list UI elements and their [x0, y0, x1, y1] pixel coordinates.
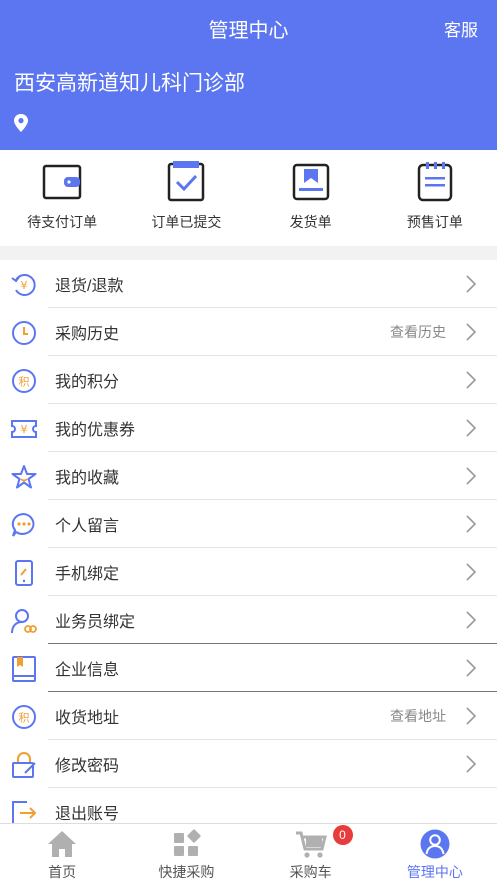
svg-text:积: 积 — [19, 712, 30, 725]
coupon-icon: ¥ — [11, 420, 37, 438]
menu-label: 我的优惠券 — [55, 422, 136, 439]
chevron-right-icon — [466, 419, 477, 437]
tab-quick-purchase[interactable]: 快捷采购 — [124, 824, 248, 883]
menu-label: 我的收藏 — [55, 470, 120, 487]
menu-item-purchase-history[interactable]: 采购历史 查看历史 — [0, 308, 497, 356]
svg-text:¥: ¥ — [21, 423, 28, 436]
tab-management-center[interactable]: 管理中心 — [373, 824, 497, 883]
menu-item-messages[interactable]: 个人留言 — [0, 500, 497, 548]
cart-icon — [295, 831, 327, 858]
view-history-link[interactable]: 查看历史 — [390, 322, 446, 342]
order-shipment[interactable]: 发货单 — [249, 150, 373, 246]
tab-label: 首页 — [48, 864, 77, 880]
tab-home[interactable]: 首页 — [0, 824, 124, 883]
tab-label: 采购车 — [289, 864, 332, 880]
menu-item-salesperson-binding[interactable]: 业务员绑定 — [0, 596, 497, 644]
menu-label: 修改密码 — [55, 758, 120, 775]
order-pending-payment[interactable]: 待支付订单 — [0, 150, 124, 246]
header: 管理中心 客服 西安高新道知儿科门诊部 — [0, 0, 497, 150]
tab-label: 快捷采购 — [158, 864, 215, 880]
location-pin-icon[interactable] — [12, 113, 30, 133]
clinic-name: 西安高新道知儿科门诊部 — [14, 72, 245, 95]
chevron-right-icon — [466, 755, 477, 773]
book-icon — [12, 656, 36, 682]
menu-list: ¥ 退货/退款 采购历史 查看历史 积 我的积分 ¥ 我的优惠券 我的收藏 个人… — [0, 260, 497, 836]
message-icon — [11, 512, 35, 537]
chevron-right-icon — [466, 611, 477, 629]
menu-item-shipping-address[interactable]: 积 收货地址 查看地址 — [0, 692, 497, 740]
salesperson-icon — [11, 609, 37, 634]
menu-label: 业务员绑定 — [55, 614, 136, 631]
menu-item-favorites[interactable]: 我的收藏 — [0, 452, 497, 500]
chevron-right-icon — [466, 275, 477, 293]
checklist-icon — [168, 161, 205, 202]
order-label: 预售订单 — [406, 214, 463, 230]
order-label: 发货单 — [289, 214, 332, 230]
menu-item-phone-binding[interactable]: 手机绑定 — [0, 548, 497, 596]
phone-link-icon — [15, 560, 33, 586]
page-title: 管理中心 — [208, 20, 289, 42]
chevron-right-icon — [466, 467, 477, 485]
cart-count-badge: 0 — [332, 825, 353, 845]
order-shortcuts: 待支付订单 订单已提交 发货单 预售订单 — [0, 150, 497, 246]
menu-item-coupons[interactable]: ¥ 我的优惠券 — [0, 404, 497, 452]
chevron-right-icon — [466, 563, 477, 581]
view-address-link[interactable]: 查看地址 — [390, 706, 446, 726]
bottom-tab-bar: 首页 快捷采购 采购车 0 管理中心 — [0, 823, 497, 883]
menu-label: 采购历史 — [55, 326, 120, 343]
order-label: 订单已提交 — [151, 214, 222, 230]
menu-label: 企业信息 — [55, 662, 120, 679]
points-icon: 积 — [12, 705, 36, 729]
chevron-right-icon — [466, 707, 477, 725]
menu-label: 我的积分 — [55, 374, 120, 391]
menu-item-points[interactable]: 积 我的积分 — [0, 356, 497, 404]
grid-icon — [174, 829, 202, 856]
clock-icon — [12, 321, 36, 345]
chevron-right-icon — [466, 659, 477, 677]
menu-label: 退出账号 — [55, 806, 120, 823]
chevron-right-icon — [466, 515, 477, 533]
refund-icon: ¥ — [11, 274, 36, 296]
order-label: 待支付订单 — [27, 214, 98, 230]
menu-label: 个人留言 — [55, 518, 120, 535]
order-submitted[interactable]: 订单已提交 — [124, 150, 248, 246]
home-icon — [48, 831, 77, 857]
menu-label: 收货地址 — [55, 710, 120, 727]
menu-item-change-password[interactable]: 修改密码 — [0, 740, 497, 788]
menu-item-company-info[interactable]: 企业信息 — [0, 644, 497, 692]
menu-label: 退货/退款 — [55, 278, 124, 295]
tab-cart[interactable]: 采购车 0 — [249, 824, 373, 883]
menu-item-refund[interactable]: ¥ 退货/退款 — [0, 260, 497, 308]
wallet-icon — [42, 164, 82, 200]
shipment-icon — [292, 163, 329, 201]
menu-label: 手机绑定 — [55, 566, 120, 583]
lock-edit-icon — [12, 752, 36, 778]
points-icon: 积 — [12, 369, 36, 393]
customer-service-button[interactable]: 客服 — [444, 16, 478, 41]
svg-text:积: 积 — [19, 376, 30, 389]
star-icon — [11, 465, 37, 489]
tab-label: 管理中心 — [406, 864, 463, 880]
svg-text:¥: ¥ — [21, 279, 28, 292]
order-presale[interactable]: 预售订单 — [373, 150, 497, 246]
presale-notepad-icon — [417, 162, 453, 202]
user-icon — [420, 829, 450, 859]
chevron-right-icon — [466, 323, 477, 341]
chevron-right-icon — [466, 371, 477, 389]
